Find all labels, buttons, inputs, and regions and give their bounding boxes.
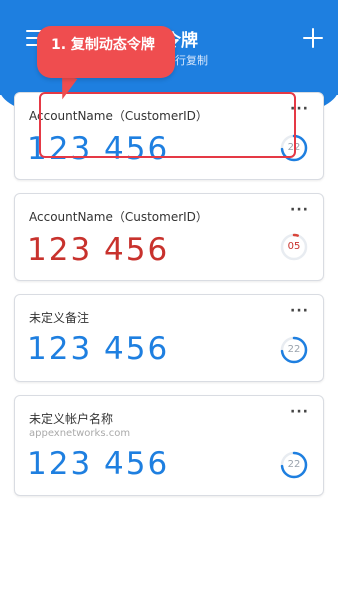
countdown-value: 22 xyxy=(287,459,301,470)
countdown-timer: 22 xyxy=(279,450,309,480)
callout-text: 1. 复制动态令牌 xyxy=(51,37,155,53)
countdown-value: 22 xyxy=(287,344,301,355)
token-card[interactable]: AccountName（CustomerID） ··· 123 456 05 xyxy=(14,193,324,281)
token-code[interactable]: 123 456 xyxy=(27,232,169,268)
more-options-icon[interactable]: ··· xyxy=(290,404,309,420)
token-account-name: 未定义备注 xyxy=(29,311,90,325)
countdown-timer: 22 xyxy=(279,335,309,365)
token-card[interactable]: 未定义帐户名称 appexnetworks.com ··· 123 456 22 xyxy=(14,395,324,496)
more-options-icon[interactable]: ··· xyxy=(290,202,309,218)
token-code[interactable]: 123 456 xyxy=(27,331,169,367)
more-options-icon[interactable]: ··· xyxy=(290,303,309,319)
token-code[interactable]: 123 456 xyxy=(27,446,169,482)
token-account-name: AccountName（CustomerID） xyxy=(29,210,208,224)
token-domain: appexnetworks.com xyxy=(29,428,131,439)
countdown-timer: 05 xyxy=(279,232,309,262)
countdown-value: 05 xyxy=(287,241,301,252)
token-card[interactable]: 未定义备注 ··· 123 456 22 xyxy=(14,294,324,382)
add-token-icon[interactable] xyxy=(303,28,323,48)
token-account-name: 未定义帐户名称 xyxy=(29,412,114,426)
instruction-callout: 1. 复制动态令牌 xyxy=(37,26,175,78)
copy-highlight-box xyxy=(39,92,296,158)
